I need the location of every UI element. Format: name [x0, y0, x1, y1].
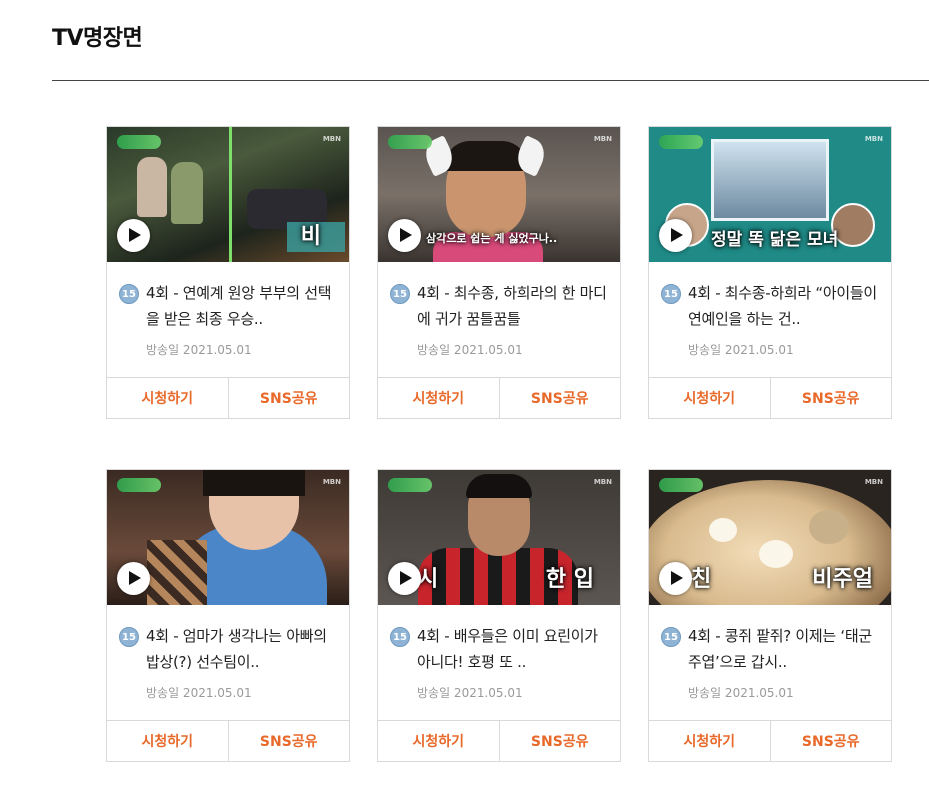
air-date: 방송일 2021.05.01: [417, 686, 523, 700]
clip-title[interactable]: 4회 - 최수종, 하희라의 한 마디에 귀가 꿈틀꿈틀: [417, 280, 608, 332]
clip-title[interactable]: 4회 - 배우들은 이미 요린이가 아니다! 호평 또 ..: [417, 623, 608, 675]
section-title: TV명장면: [52, 26, 143, 51]
clip-title[interactable]: 4회 - 연예계 원앙 부부의 선택을 받은 최종 우승..: [146, 280, 337, 332]
scene-person: [171, 162, 203, 224]
thumbnail-caption-right: 한 입: [545, 567, 594, 592]
page: TV명장면 MBN 비 15 4회 - 연예계 원앙 부부의 선택을 받은 최종…: [0, 0, 929, 791]
clip-card: MBN 정말 똑 닮은 모녀 15 4회 - 최수종-하희라 “아이들이 연예인…: [648, 126, 892, 419]
age-rating-badge: 15: [119, 284, 139, 304]
watch-button[interactable]: 시청하기: [649, 721, 770, 761]
age-rating-badge: 15: [661, 627, 681, 647]
clip-thumbnail[interactable]: MBN: [107, 470, 349, 605]
clip-thumbnail[interactable]: MBN 시 한 입: [378, 470, 620, 605]
show-logo: [117, 135, 161, 149]
scene-photo: [711, 139, 829, 221]
watch-button[interactable]: 시청하기: [649, 378, 770, 418]
sns-share-button[interactable]: SNS공유: [227, 378, 350, 418]
watch-button[interactable]: 시청하기: [107, 378, 228, 418]
show-logo: [659, 478, 703, 492]
thumbnail-caption: 삼각으로 쉽는 게 싫었구나..: [426, 232, 558, 245]
clip-title[interactable]: 4회 - 콩쥐 팥쥐? 이제는 ‘태군 주엽’으로 갑시..: [688, 623, 879, 675]
clip-actions: 시청하기 SNS공유: [378, 720, 620, 761]
thumbnail-caption: 정말 똑 닮은 모녀: [711, 230, 839, 250]
clip-thumbnail[interactable]: MBN 삼각으로 쉽는 게 싫었구나..: [378, 127, 620, 262]
thumbnail-caption-right: 비주얼: [812, 567, 873, 592]
clip-card: MBN 15 4회 - 엄마가 생각나는 아빠의 밥상(?) 선수팀이.. 방송…: [106, 469, 350, 762]
clip-info: 15 4회 - 최수종-하희라 “아이들이 연예인을 하는 건.. 방송일 20…: [649, 262, 891, 378]
channel-logo: MBN: [322, 135, 341, 143]
clip-info: 15 4회 - 엄마가 생각나는 아빠의 밥상(?) 선수팀이.. 방송일 20…: [107, 605, 349, 721]
channel-logo: MBN: [593, 478, 612, 486]
clip-card: MBN 삼각으로 쉽는 게 싫었구나.. 15 4회 - 최수종, 하희라의 한…: [377, 126, 621, 419]
clip-thumbnail[interactable]: MBN 비: [107, 127, 349, 262]
clip-card: MBN 친 비주얼 15 4회 - 콩쥐 팥쥐? 이제는 ‘태군 주엽’으로 갑…: [648, 469, 892, 762]
watch-button[interactable]: 시청하기: [378, 721, 499, 761]
clip-actions: 시청하기 SNS공유: [107, 377, 349, 418]
play-icon[interactable]: [388, 219, 421, 252]
scene-egg: [759, 540, 793, 568]
clip-actions: 시청하기 SNS공유: [649, 720, 891, 761]
air-date: 방송일 2021.05.01: [146, 343, 252, 357]
air-date: 방송일 2021.05.01: [688, 343, 794, 357]
clip-info: 15 4회 - 최수종, 하희라의 한 마디에 귀가 꿈틀꿈틀 방송일 2021…: [378, 262, 620, 378]
sns-share-button[interactable]: SNS공유: [769, 378, 892, 418]
clip-actions: 시청하기 SNS공유: [378, 377, 620, 418]
play-icon[interactable]: [117, 562, 150, 595]
play-icon[interactable]: [388, 562, 421, 595]
thumbnail-caption-left: 시: [418, 567, 439, 592]
scene-hair: [466, 474, 532, 498]
scene-shell: [809, 510, 849, 544]
channel-logo: MBN: [864, 478, 883, 486]
thumbnail-caption-left: 친: [691, 567, 712, 592]
air-date: 방송일 2021.05.01: [146, 686, 252, 700]
sns-share-button[interactable]: SNS공유: [769, 721, 892, 761]
sns-share-button[interactable]: SNS공유: [498, 721, 621, 761]
scene-egg: [709, 518, 737, 542]
clip-thumbnail[interactable]: MBN 친 비주얼: [649, 470, 891, 605]
clip-actions: 시청하기 SNS공유: [107, 720, 349, 761]
channel-logo: MBN: [593, 135, 612, 143]
age-rating-badge: 15: [390, 284, 410, 304]
thumbnail-caption: 비: [300, 224, 321, 249]
channel-logo: MBN: [864, 135, 883, 143]
show-logo: [659, 135, 703, 149]
clip-info: 15 4회 - 연예계 원앙 부부의 선택을 받은 최종 우승.. 방송일 20…: [107, 262, 349, 378]
air-date: 방송일 2021.05.01: [417, 343, 523, 357]
clip-info: 15 4회 - 콩쥐 팥쥐? 이제는 ‘태군 주엽’으로 갑시.. 방송일 20…: [649, 605, 891, 721]
clip-info: 15 4회 - 배우들은 이미 요린이가 아니다! 호평 또 .. 방송일 20…: [378, 605, 620, 721]
play-icon[interactable]: [659, 562, 692, 595]
show-logo: [388, 135, 432, 149]
age-rating-badge: 15: [390, 627, 410, 647]
channel-logo: MBN: [322, 478, 341, 486]
age-rating-badge: 15: [119, 627, 139, 647]
age-rating-badge: 15: [661, 284, 681, 304]
show-logo: [117, 478, 161, 492]
air-date: 방송일 2021.05.01: [688, 686, 794, 700]
scene-divider: [229, 127, 232, 262]
scene-plaid: [147, 540, 207, 605]
sns-share-button[interactable]: SNS공유: [227, 721, 350, 761]
watch-button[interactable]: 시청하기: [378, 378, 499, 418]
clip-grid: MBN 비 15 4회 - 연예계 원앙 부부의 선택을 받은 최종 우승.. …: [106, 126, 892, 762]
title-divider: [52, 80, 929, 81]
clip-thumbnail[interactable]: MBN 정말 똑 닮은 모녀: [649, 127, 891, 262]
clip-title[interactable]: 4회 - 엄마가 생각나는 아빠의 밥상(?) 선수팀이..: [146, 623, 337, 675]
clip-card: MBN 비 15 4회 - 연예계 원앙 부부의 선택을 받은 최종 우승.. …: [106, 126, 350, 419]
scene-hair: [203, 470, 305, 496]
clip-card: MBN 시 한 입 15 4회 - 배우들은 이미 요린이가 아니다! 호평 또…: [377, 469, 621, 762]
clip-title[interactable]: 4회 - 최수종-하희라 “아이들이 연예인을 하는 건..: [688, 280, 879, 332]
show-logo: [388, 478, 432, 492]
scene-person: [137, 157, 167, 217]
watch-button[interactable]: 시청하기: [107, 721, 228, 761]
sns-share-button[interactable]: SNS공유: [498, 378, 621, 418]
scene-hair: [444, 141, 528, 171]
play-icon[interactable]: [659, 219, 692, 252]
play-icon[interactable]: [117, 219, 150, 252]
clip-actions: 시청하기 SNS공유: [649, 377, 891, 418]
